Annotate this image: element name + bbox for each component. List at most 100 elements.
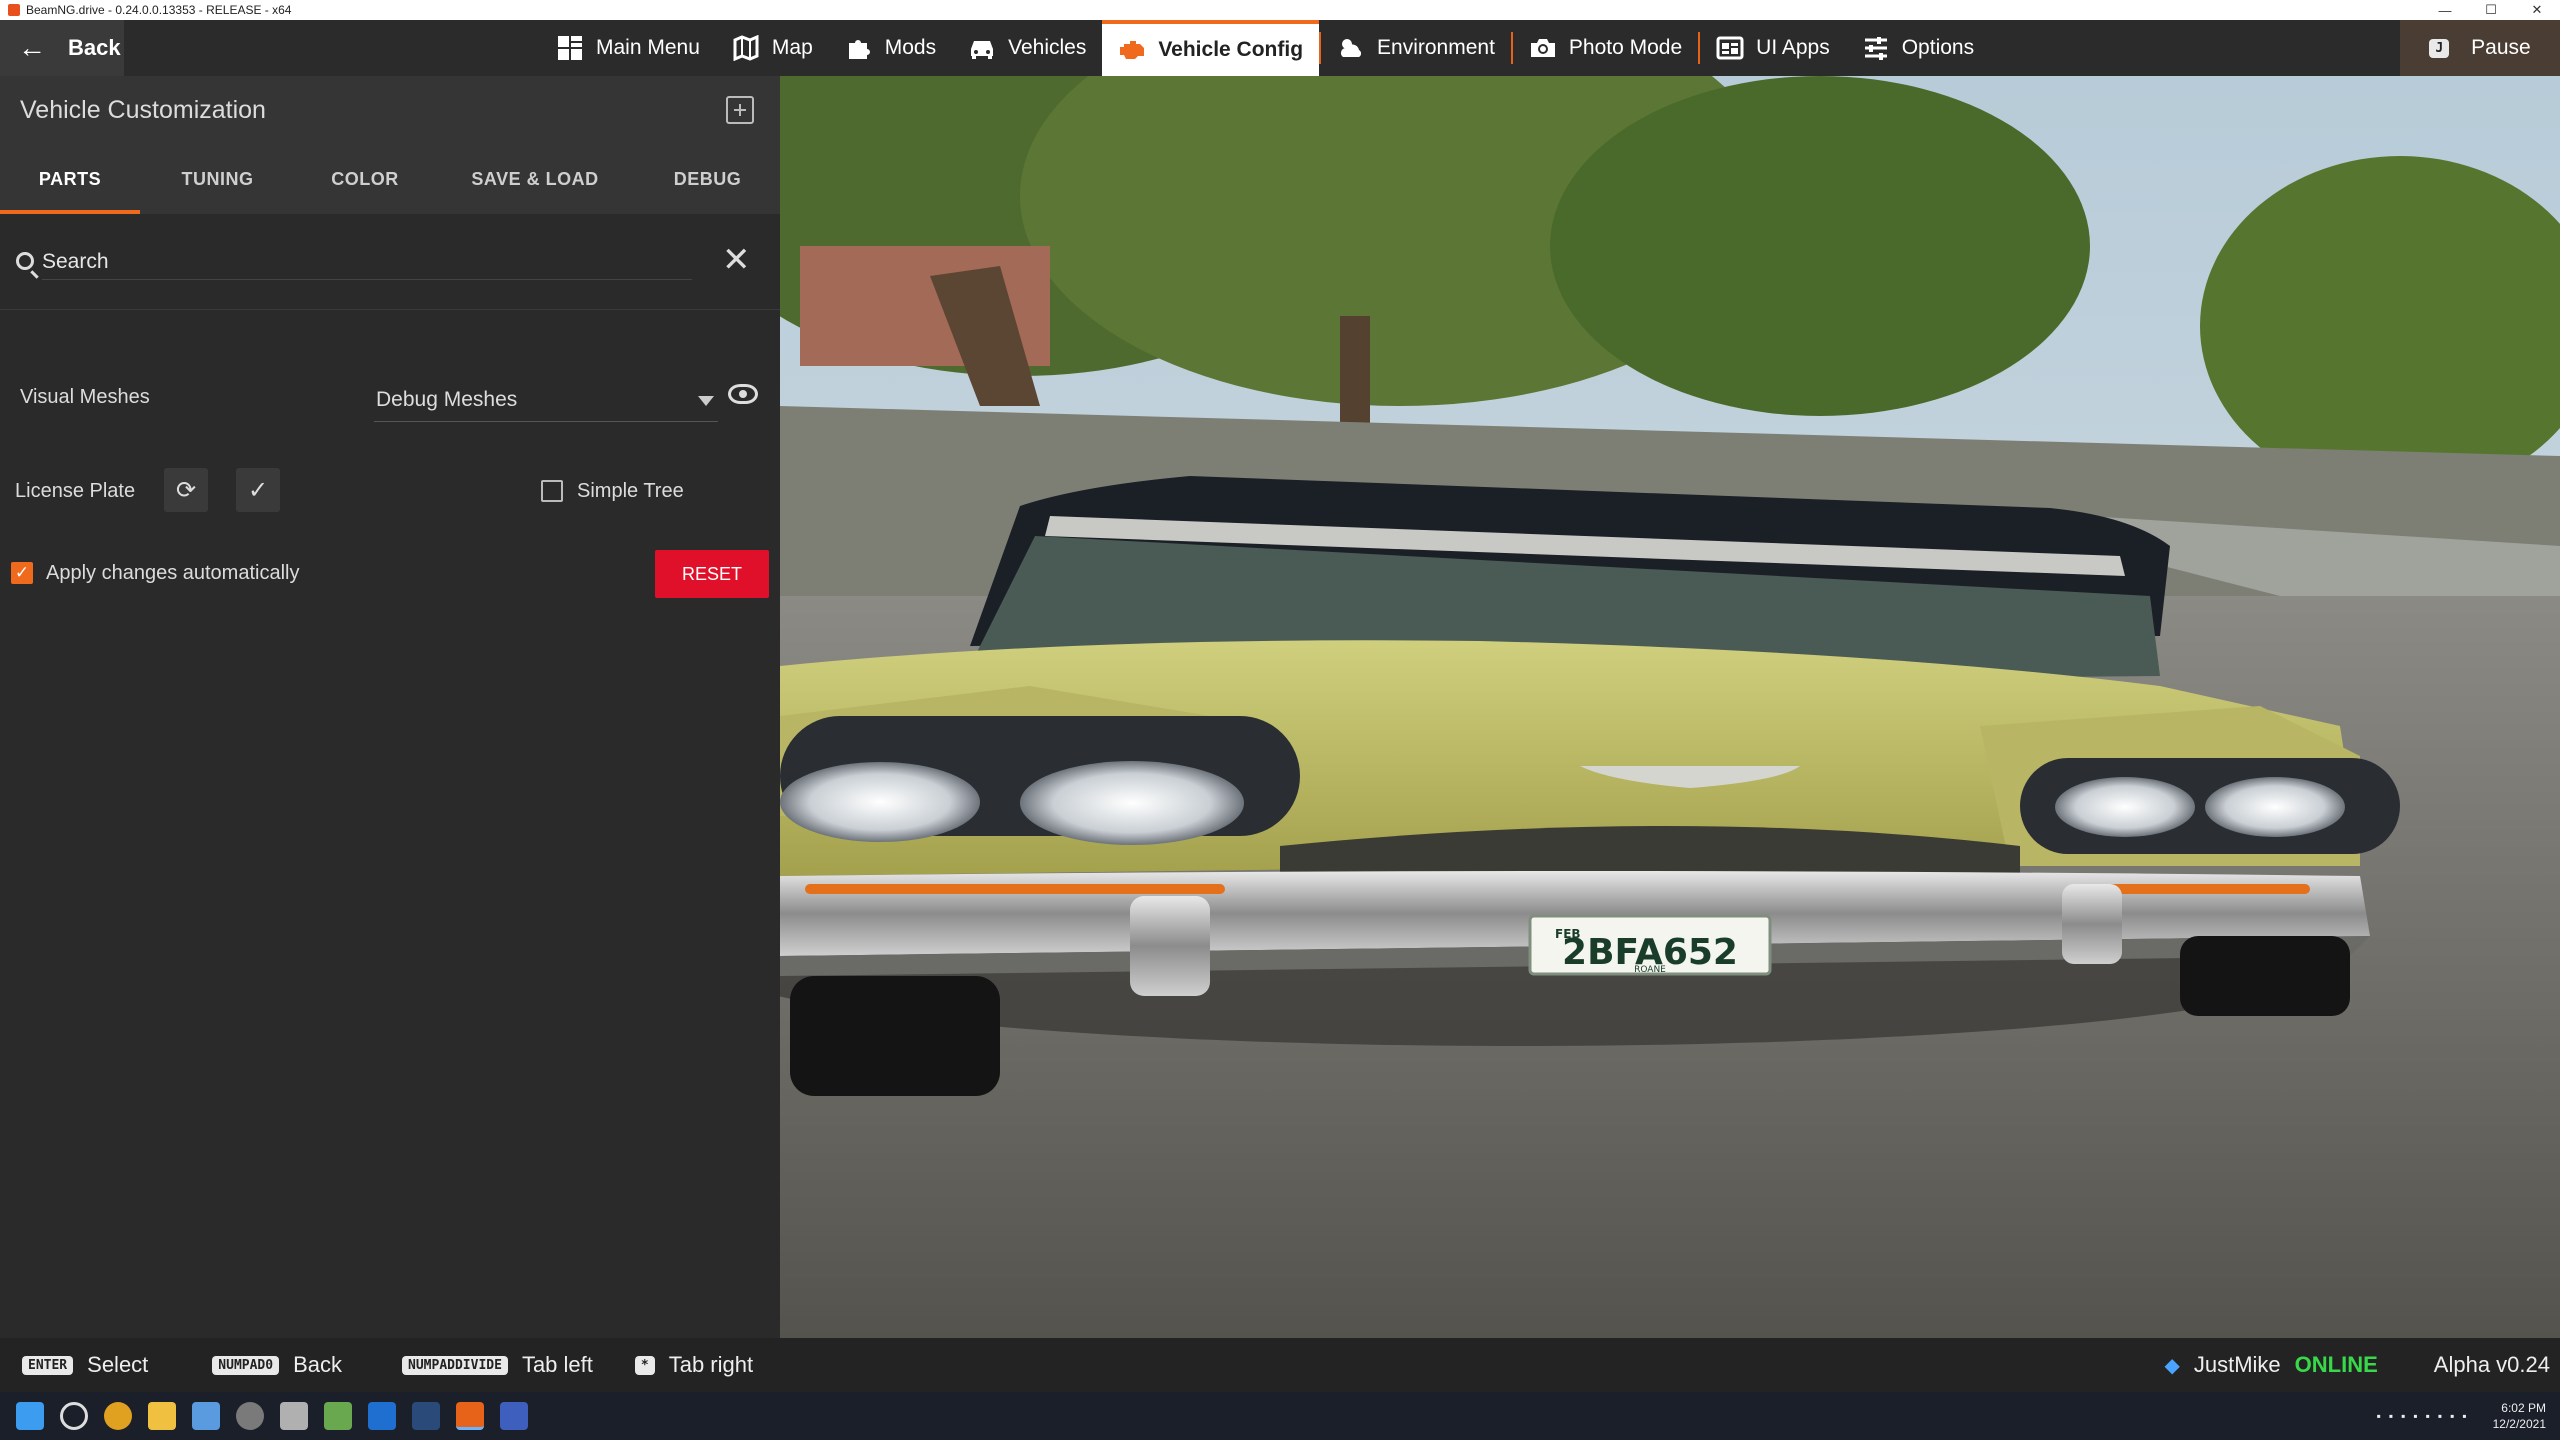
hint-tab-right[interactable]: * Tab right <box>634 1352 754 1378</box>
system-tray: ▪▪▪▪▪▪▪▪ 6:02 PM 12/2/2021 <box>2377 1392 2546 1440</box>
hint-tab-left[interactable]: NUMPADDIVIDE Tab left <box>402 1352 593 1378</box>
simple-tree-label: Simple Tree <box>577 480 684 502</box>
search-icon[interactable] <box>60 1402 88 1430</box>
tab-color[interactable]: COLOR <box>295 144 435 214</box>
engine-icon <box>1118 36 1146 64</box>
nav-map-label: Map <box>771 36 813 59</box>
hint-back[interactable]: NUMPAD0 Back <box>212 1352 342 1378</box>
nav-environment-label: Environment <box>1377 36 1495 59</box>
nav-environment[interactable]: Environment <box>1321 20 1511 76</box>
hint-tab-right-label: Tab right <box>668 1352 754 1377</box>
nav-map[interactable]: Map <box>716 20 829 76</box>
clock-time: 6:02 PM <box>2501 1401 2546 1415</box>
clear-search-icon[interactable]: ✕ <box>722 240 751 280</box>
search-icon <box>16 252 34 270</box>
keyboard-key-icon: J <box>2429 38 2450 58</box>
nav-mods-label: Mods <box>884 36 937 59</box>
beamng-logo-icon <box>8 4 20 16</box>
beamng-taskbar-icon[interactable] <box>456 1402 484 1430</box>
window-titlebar: BeamNG.drive - 0.24.0.0.13353 - RELEASE … <box>0 0 2560 20</box>
app-icon[interactable] <box>236 1402 264 1430</box>
nav-ui-apps[interactable]: UI Apps <box>1700 20 1846 76</box>
nav-photo-mode-label: Photo Mode <box>1568 36 1683 59</box>
online-badge: ONLINE <box>2294 1352 2378 1377</box>
numpad0-key-badge: NUMPAD0 <box>212 1355 280 1375</box>
tab-debug[interactable]: DEBUG <box>635 144 780 214</box>
windows-start-icon[interactable] <box>16 1402 44 1430</box>
car-icon <box>968 34 996 62</box>
online-status: ◆ JustMike ONLINE Alpha v0.24 <box>2164 1338 2550 1392</box>
license-plate-label: License Plate <box>15 480 136 502</box>
scene-render: 2BFA652 FEB ROANE <box>780 76 2560 1338</box>
checkmark-icon[interactable]: ✓ <box>236 468 280 512</box>
visual-meshes-value: Debug Meshes <box>376 388 518 411</box>
app-icon[interactable] <box>500 1402 528 1430</box>
app-icon[interactable] <box>368 1402 396 1430</box>
os-taskbar: ▪▪▪▪▪▪▪▪ 6:02 PM 12/2/2021 <box>0 1392 2560 1440</box>
file-explorer-icon[interactable] <box>148 1402 176 1430</box>
map-icon <box>732 34 760 62</box>
apply-changes-checkbox[interactable]: ✓ <box>11 562 33 584</box>
game-icon[interactable] <box>280 1402 308 1430</box>
apply-changes-label: Apply changes automatically <box>46 562 300 584</box>
controls-hint-bar: ENTER Select NUMPAD0 Back NUMPADDIVIDE T… <box>0 1338 2560 1392</box>
arrow-left-icon: ← <box>18 32 46 63</box>
visual-meshes-dropdown[interactable]: Debug Meshes <box>374 382 718 422</box>
back-button[interactable]: ← Back <box>0 20 124 76</box>
hint-select-label: Select <box>87 1352 149 1377</box>
tab-tuning[interactable]: TUNING <box>140 144 295 214</box>
window-title: BeamNG.drive - 0.24.0.0.13353 - RELEASE … <box>26 3 292 17</box>
pause-button[interactable]: J Pause <box>2400 20 2560 76</box>
nav-vehicle-config[interactable]: Vehicle Config <box>1102 20 1320 76</box>
nav-mods[interactable]: Mods <box>829 20 952 76</box>
multiply-key-badge: * <box>634 1355 655 1375</box>
nav-vehicle-config-label: Vehicle Config <box>1158 38 1304 61</box>
nav-vehicles-label: Vehicles <box>1008 36 1087 59</box>
puzzle-icon <box>845 34 873 62</box>
app-icon[interactable] <box>324 1402 352 1430</box>
steam-icon[interactable] <box>412 1402 440 1430</box>
minimize-button[interactable]: — <box>2422 0 2468 20</box>
tab-save-load[interactable]: SAVE & LOAD <box>435 144 635 214</box>
nav-options[interactable]: Options <box>1846 20 1990 76</box>
reset-button[interactable]: RESET <box>655 550 769 598</box>
nav-main-menu-label: Main Menu <box>596 36 700 59</box>
nav-vehicles[interactable]: Vehicles <box>952 20 1102 76</box>
username: JustMike <box>2193 1352 2281 1377</box>
hint-select[interactable]: ENTER Select <box>22 1352 148 1378</box>
tray-icons[interactable]: ▪▪▪▪▪▪▪▪ <box>2377 1409 2475 1423</box>
hint-back-label: Back <box>293 1352 343 1377</box>
chevron-down-icon <box>698 396 714 406</box>
close-window-button[interactable]: ✕ <box>2514 0 2560 20</box>
panel-title: Vehicle Customization <box>20 95 266 124</box>
search-input[interactable] <box>42 244 692 280</box>
vehicle-customization-panel: Vehicle Customization PARTS TUNING COLOR… <box>0 76 780 1338</box>
notepad-icon[interactable] <box>192 1402 220 1430</box>
sliders-icon <box>1862 34 1890 62</box>
weather-icon <box>1337 34 1365 62</box>
grid-icon <box>556 34 584 62</box>
numpaddivide-key-badge: NUMPADDIVIDE <box>402 1355 508 1375</box>
apps-icon <box>1716 34 1744 62</box>
top-menu-bar: ← Back Main Menu Map Mods Vehicles Vehic… <box>0 20 2560 76</box>
back-label: Back <box>68 35 121 60</box>
simple-tree-checkbox[interactable] <box>541 480 563 502</box>
visual-meshes-label: Visual Meshes <box>20 386 150 408</box>
add-window-icon[interactable] <box>726 96 754 124</box>
hint-tab-left-label: Tab left <box>521 1352 593 1377</box>
tab-parts[interactable]: PARTS <box>0 144 140 214</box>
chrome-icon[interactable] <box>104 1402 132 1430</box>
eye-icon[interactable] <box>728 384 758 404</box>
search-row: ✕ <box>0 214 780 310</box>
nav-main-menu[interactable]: Main Menu <box>540 20 716 76</box>
refresh-icon[interactable]: ⟳ <box>164 468 208 512</box>
clock[interactable]: 6:02 PM 12/2/2021 <box>2493 1400 2546 1432</box>
nav-photo-mode[interactable]: Photo Mode <box>1513 20 1698 76</box>
maximize-button[interactable]: ☐ <box>2468 0 2514 20</box>
version-label: Alpha v0.24 <box>2433 1352 2550 1377</box>
camera-icon <box>1529 34 1557 62</box>
plate-county: ROANE <box>1634 965 1666 975</box>
game-viewport[interactable]: 2BFA652 FEB ROANE <box>780 76 2560 1338</box>
panel-tabs: PARTS TUNING COLOR SAVE & LOAD DEBUG <box>0 144 780 214</box>
plate-month: FEB <box>1555 927 1581 941</box>
